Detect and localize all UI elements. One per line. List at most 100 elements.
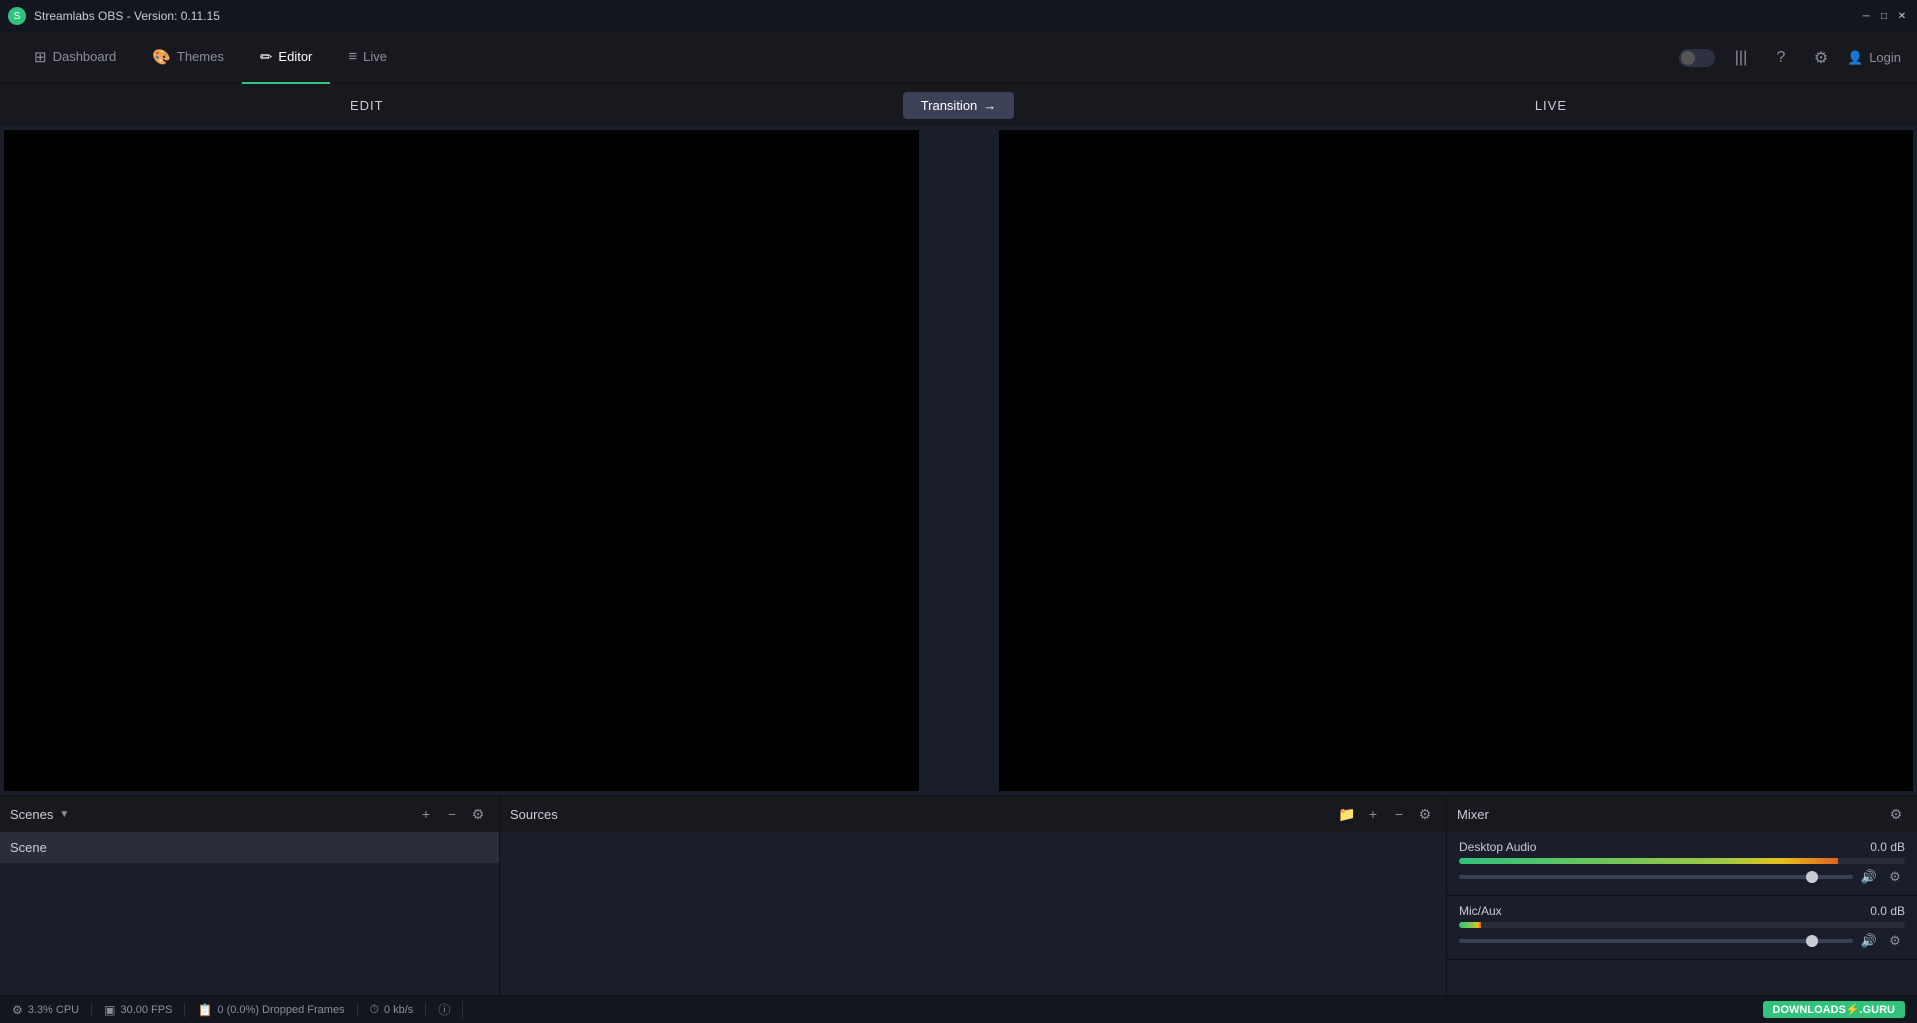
desktop-audio-mute-button[interactable]: 🔊: [1859, 867, 1879, 887]
desktop-audio-volume-fill: [1459, 858, 1838, 864]
mixer-channel-mic: Mic/Aux 0.0 dB 🔊 ⚙: [1447, 896, 1917, 960]
title-bar-left: S Streamlabs OBS - Version: 0.11.15: [8, 7, 220, 25]
desktop-audio-volume-bar: [1459, 858, 1905, 864]
nav-item-live[interactable]: ≡ Live: [330, 32, 405, 84]
sources-title-area: Sources: [510, 807, 558, 822]
desktop-audio-settings-button[interactable]: ⚙: [1885, 867, 1905, 887]
mic-aux-label: Mic/Aux: [1459, 904, 1502, 918]
sources-panel: Sources 📁 + − ⚙: [500, 796, 1447, 995]
title-text: Streamlabs OBS - Version: 0.11.15: [34, 9, 220, 23]
minimize-button[interactable]: ─: [1859, 9, 1873, 23]
editor-icon: ✏: [260, 48, 273, 66]
dashboard-icon: ⊞: [34, 48, 47, 66]
window-controls: ─ □ ✕: [1859, 9, 1909, 23]
nav-item-dashboard[interactable]: ⊞ Dashboard: [16, 32, 134, 84]
sources-controls: 📁 + − ⚙: [1336, 803, 1436, 825]
sources-title: Sources: [510, 807, 558, 822]
network-status: ⏱ 0 kb/s: [358, 1002, 427, 1017]
nav-label-themes: Themes: [177, 49, 224, 64]
mixer-panel-header: Mixer ⚙: [1447, 796, 1917, 832]
scenes-add-button[interactable]: +: [415, 803, 437, 825]
edit-preview: [4, 130, 919, 791]
desktop-audio-db: 0.0 dB: [1870, 840, 1905, 854]
scene-item[interactable]: Scene: [0, 832, 499, 864]
transition-arrow-icon: →: [983, 98, 996, 113]
app-icon: S: [8, 7, 26, 25]
fps-icon: ▣: [104, 1003, 115, 1017]
login-button[interactable]: 👤 Login: [1847, 50, 1901, 66]
nav-bar: ⊞ Dashboard 🎨 Themes ✏ Editor ≡ Live |||…: [0, 32, 1917, 84]
mixer-channel-desktop: Desktop Audio 0.0 dB 🔊 ⚙: [1447, 832, 1917, 896]
mic-aux-volume-bar: [1459, 922, 1905, 928]
mixer-settings-button[interactable]: ⚙: [1885, 803, 1907, 825]
dropped-label: 0 (0.0%) Dropped Frames: [217, 1004, 344, 1016]
info-status[interactable]: ⓘ: [426, 1001, 463, 1018]
mixer-title-area: Mixer: [1457, 807, 1489, 822]
downloads-badge[interactable]: DOWNLOADS⚡.GURU: [1763, 1001, 1905, 1018]
downloads-label: DOWNLOADS⚡.GURU: [1773, 1003, 1895, 1016]
mic-aux-slider[interactable]: [1459, 939, 1853, 943]
scenes-title-area: Scenes ▼: [10, 807, 69, 822]
nav-item-editor[interactable]: ✏ Editor: [242, 32, 331, 84]
desktop-audio-label: Desktop Audio: [1459, 840, 1536, 854]
mic-aux-db: 0.0 dB: [1870, 904, 1905, 918]
scenes-panel: Scenes ▼ + − ⚙ Scene: [0, 796, 500, 995]
scenes-remove-button[interactable]: −: [441, 803, 463, 825]
mic-aux-track: [1459, 939, 1853, 943]
title-bar: S Streamlabs OBS - Version: 0.11.15 ─ □ …: [0, 0, 1917, 32]
bars-icon-btn[interactable]: |||: [1727, 44, 1755, 72]
nav-right: ||| ? ⚙ 👤 Login: [1679, 44, 1901, 72]
login-label: Login: [1869, 50, 1901, 65]
scenes-list: Scene: [0, 832, 499, 995]
mic-aux-mute-button[interactable]: 🔊: [1859, 931, 1879, 951]
transition-label: Transition: [921, 98, 978, 113]
transition-button[interactable]: Transition →: [903, 92, 1015, 119]
maximize-button[interactable]: □: [1877, 9, 1891, 23]
mixer-channels: Desktop Audio 0.0 dB 🔊 ⚙: [1447, 832, 1917, 995]
close-button[interactable]: ✕: [1895, 9, 1909, 23]
login-icon: 👤: [1847, 50, 1863, 66]
sources-panel-header: Sources 📁 + − ⚙: [500, 796, 1446, 832]
desktop-audio-slider[interactable]: [1459, 875, 1853, 879]
live-preview: [999, 130, 1914, 791]
cpu-status: ⚙ 3.3% CPU: [12, 1003, 92, 1017]
nav-item-themes[interactable]: 🎨 Themes: [134, 32, 242, 84]
network-icon: ⏱: [370, 1002, 379, 1017]
sources-settings-button[interactable]: ⚙: [1414, 803, 1436, 825]
scenes-controls: + − ⚙: [415, 803, 489, 825]
mixer-title: Mixer: [1457, 807, 1489, 822]
transition-divider: [919, 126, 999, 795]
mic-aux-settings-button[interactable]: ⚙: [1885, 931, 1905, 951]
desktop-audio-thumb[interactable]: [1806, 871, 1818, 883]
sources-list: [500, 832, 1446, 995]
settings-icon-btn[interactable]: ⚙: [1807, 44, 1835, 72]
studio-header: EDIT Transition → LIVE: [0, 84, 1917, 126]
scenes-settings-button[interactable]: ⚙: [467, 803, 489, 825]
dropped-icon: 📋: [197, 1003, 212, 1017]
sources-remove-button[interactable]: −: [1388, 803, 1410, 825]
cpu-label: 3.3% CPU: [28, 1004, 79, 1016]
help-icon-btn[interactable]: ?: [1767, 44, 1795, 72]
status-bar: ⚙ 3.3% CPU ▣ 30.00 FPS 📋 0 (0.0%) Droppe…: [0, 995, 1917, 1023]
nav-left: ⊞ Dashboard 🎨 Themes ✏ Editor ≡ Live: [16, 32, 405, 84]
desktop-audio-track: [1459, 875, 1853, 879]
scenes-title: Scenes: [10, 807, 53, 822]
scenes-dropdown-arrow[interactable]: ▼: [59, 809, 69, 820]
studio-edit-label: EDIT: [350, 98, 384, 113]
nav-label-dashboard: Dashboard: [53, 49, 117, 64]
bottom-panels: Scenes ▼ + − ⚙ Scene Sources: [0, 795, 1917, 995]
sources-folder-button[interactable]: 📁: [1336, 803, 1358, 825]
nav-label-live: Live: [363, 49, 387, 64]
cpu-icon: ⚙: [12, 1003, 23, 1017]
mic-aux-thumb[interactable]: [1806, 935, 1818, 947]
desktop-audio-slider-row: 🔊 ⚙: [1459, 867, 1905, 887]
fps-status: ▣ 30.00 FPS: [92, 1003, 185, 1017]
dropped-status: 📋 0 (0.0%) Dropped Frames: [185, 1003, 357, 1017]
toggle-switch[interactable]: [1679, 49, 1715, 67]
network-label: 0 kb/s: [384, 1004, 413, 1016]
nav-label-editor: Editor: [278, 49, 312, 64]
main-area: EDIT Transition → LIVE Scenes ▼ + − ⚙: [0, 84, 1917, 995]
scene-item-label: Scene: [10, 840, 47, 855]
sources-add-button[interactable]: +: [1362, 803, 1384, 825]
studio-live-label: LIVE: [1535, 98, 1567, 113]
